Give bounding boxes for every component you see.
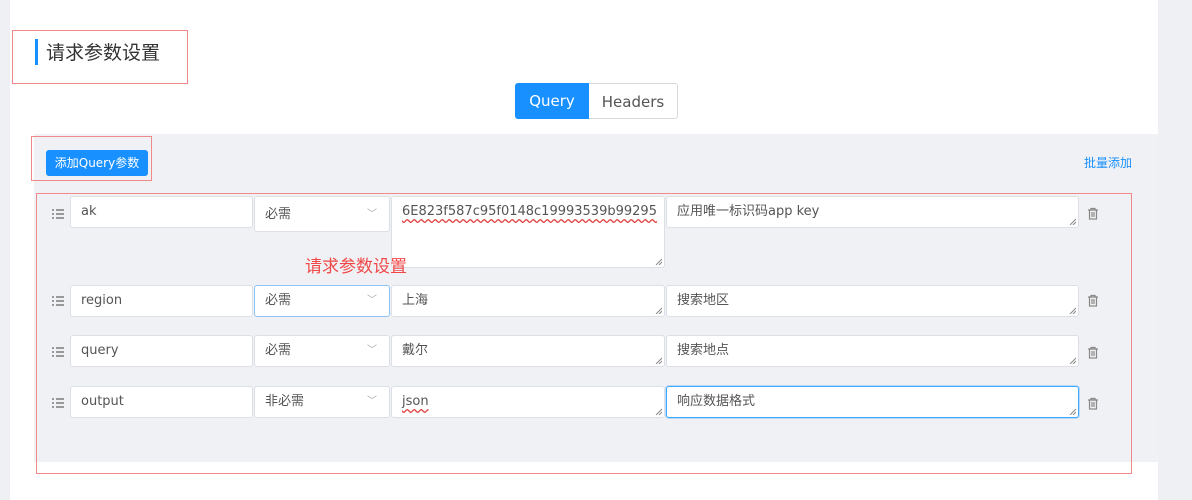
required-select-value: 必需 [265, 293, 292, 308]
param-name-input[interactable]: query [70, 335, 253, 367]
right-frame [1158, 0, 1192, 500]
param-description-textarea[interactable]: 搜索地点 [666, 335, 1079, 367]
add-query-param-button[interactable]: 添加Query参数 [46, 150, 148, 176]
param-tabs: Query Headers [515, 83, 678, 119]
drag-handle-icon[interactable] [52, 209, 64, 219]
param-value-text: 戴尔 [402, 343, 429, 358]
param-value-text: json [402, 394, 429, 409]
param-value-text: 上海 [402, 293, 429, 308]
param-description-text: 响应数据格式 [677, 394, 756, 409]
param-value-textarea[interactable]: 6E823f587c95f0148c19993539b99295 [391, 196, 665, 268]
batch-add-link[interactable]: 批量添加 [1084, 154, 1132, 172]
chevron-down-icon: ﹀ [367, 209, 377, 220]
required-select[interactable]: 必需 ﹀ [254, 285, 390, 317]
required-select-value: 非必需 [265, 394, 305, 409]
resize-handle-icon[interactable] [1069, 307, 1076, 314]
param-description-textarea[interactable]: 搜索地区 [666, 285, 1079, 317]
resize-handle-icon[interactable] [655, 307, 662, 314]
resize-handle-icon[interactable] [655, 357, 662, 364]
section-title: 请求参数设置 [46, 42, 161, 64]
drag-handle-icon[interactable] [52, 398, 64, 408]
param-name-input[interactable]: ak [70, 196, 253, 228]
required-select[interactable]: 非必需 ﹀ [254, 386, 390, 418]
resize-handle-icon[interactable] [1069, 357, 1076, 364]
param-value-textarea[interactable]: 上海 [391, 285, 665, 317]
title-accent-bar [35, 39, 38, 65]
trash-icon[interactable] [1087, 292, 1099, 307]
drag-handle-icon[interactable] [52, 347, 64, 357]
param-name-input[interactable]: output [70, 386, 253, 418]
annotation-label: 请求参数设置 [305, 257, 407, 277]
trash-icon[interactable] [1087, 205, 1099, 220]
required-select[interactable]: 必需 ﹀ [254, 196, 390, 232]
tab-headers[interactable]: Headers [589, 83, 678, 119]
trash-icon[interactable] [1087, 395, 1099, 410]
resize-handle-icon[interactable] [655, 258, 662, 265]
param-value-text: 6E823f587c95f0148c19993539b99295 [402, 204, 657, 219]
left-frame [0, 0, 10, 500]
required-select-value: 必需 [265, 343, 292, 358]
chevron-down-icon: ﹀ [367, 345, 377, 356]
resize-handle-icon[interactable] [1069, 408, 1076, 415]
param-value-textarea[interactable]: 戴尔 [391, 335, 665, 367]
param-description-textarea[interactable]: 响应数据格式 [666, 386, 1079, 418]
param-value-textarea[interactable]: json [391, 386, 665, 418]
param-description-textarea[interactable]: 应用唯一标识码app key [666, 196, 1079, 228]
trash-icon[interactable] [1087, 344, 1099, 359]
required-select[interactable]: 必需 ﹀ [254, 335, 390, 367]
param-description-text: 搜索地点 [677, 343, 730, 358]
param-name-input[interactable]: region [70, 285, 253, 317]
chevron-down-icon: ﹀ [367, 295, 377, 306]
drag-handle-icon[interactable] [52, 296, 64, 306]
tab-query[interactable]: Query [515, 83, 589, 119]
param-description-text: 应用唯一标识码app key [677, 204, 820, 219]
resize-handle-icon[interactable] [655, 408, 662, 415]
chevron-down-icon: ﹀ [367, 396, 377, 407]
resize-handle-icon[interactable] [1069, 218, 1076, 225]
param-description-text: 搜索地区 [677, 293, 730, 308]
required-select-value: 必需 [265, 207, 292, 222]
